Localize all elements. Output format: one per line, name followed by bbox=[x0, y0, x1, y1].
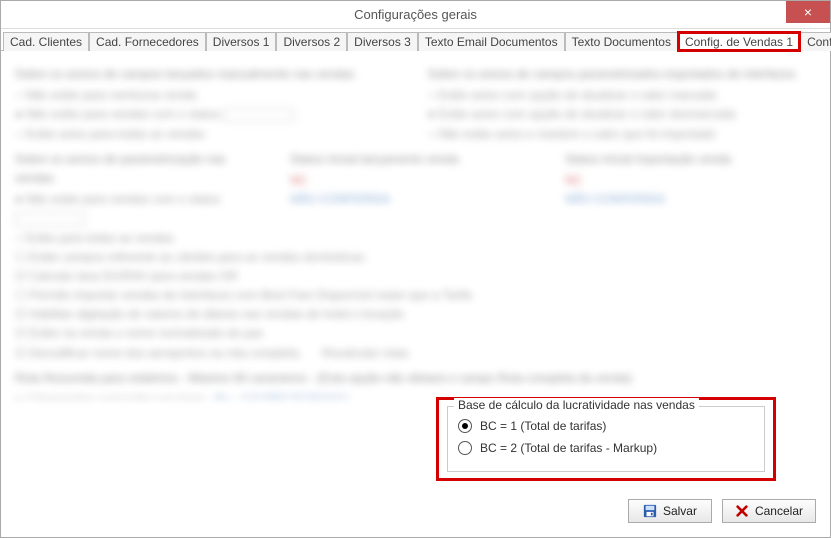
save-label: Salvar bbox=[663, 504, 697, 518]
tab-texto-email-documentos[interactable]: Texto Email Documentos bbox=[418, 32, 565, 51]
radio-icon bbox=[458, 441, 472, 455]
group-legend: Base de cálculo da lucratividade nas ven… bbox=[454, 398, 699, 412]
tab-strip: Cad. Clientes Cad. Fornecedores Diversos… bbox=[1, 29, 830, 51]
tab-texto-documentos[interactable]: Texto Documentos bbox=[565, 32, 678, 51]
tab-diversos-2[interactable]: Diversos 2 bbox=[276, 32, 347, 51]
tab-config-vendas-2[interactable]: Config. de Vendas 2 bbox=[800, 32, 831, 51]
cancel-icon bbox=[735, 504, 749, 518]
radio-label: BC = 1 (Total de tarifas) bbox=[480, 419, 606, 433]
save-button[interactable]: Salvar bbox=[628, 499, 712, 523]
tab-diversos-1[interactable]: Diversos 1 bbox=[206, 32, 277, 51]
cancel-button[interactable]: Cancelar bbox=[722, 499, 816, 523]
cancel-label: Cancelar bbox=[755, 504, 803, 518]
close-icon: × bbox=[804, 4, 812, 20]
radio-icon bbox=[458, 419, 472, 433]
window-title: Configurações gerais bbox=[354, 7, 477, 22]
group-frame: Base de cálculo da lucratividade nas ven… bbox=[447, 406, 765, 472]
tab-config-vendas-1[interactable]: Config. de Vendas 1 bbox=[678, 32, 800, 51]
titlebar: Configurações gerais × bbox=[1, 1, 830, 29]
group-base-calculo-lucratividade: Base de cálculo da lucratividade nas ven… bbox=[436, 397, 776, 481]
save-icon bbox=[643, 504, 657, 518]
tab-cad-clientes[interactable]: Cad. Clientes bbox=[3, 32, 89, 51]
footer-buttons: Salvar Cancelar bbox=[628, 499, 816, 523]
radio-label: BC = 2 (Total de tarifas - Markup) bbox=[480, 441, 657, 455]
blurred-background: Sobre os avisos de campos lançados manua… bbox=[15, 59, 816, 399]
tab-cad-fornecedores[interactable]: Cad. Fornecedores bbox=[89, 32, 206, 51]
tab-diversos-3[interactable]: Diversos 3 bbox=[347, 32, 418, 51]
radio-bc-2[interactable]: BC = 2 (Total de tarifas - Markup) bbox=[458, 441, 754, 455]
close-button[interactable]: × bbox=[786, 1, 830, 23]
radio-bc-1[interactable]: BC = 1 (Total de tarifas) bbox=[458, 419, 754, 433]
tab-content: Sobre os avisos de campos lançados manua… bbox=[1, 51, 830, 537]
